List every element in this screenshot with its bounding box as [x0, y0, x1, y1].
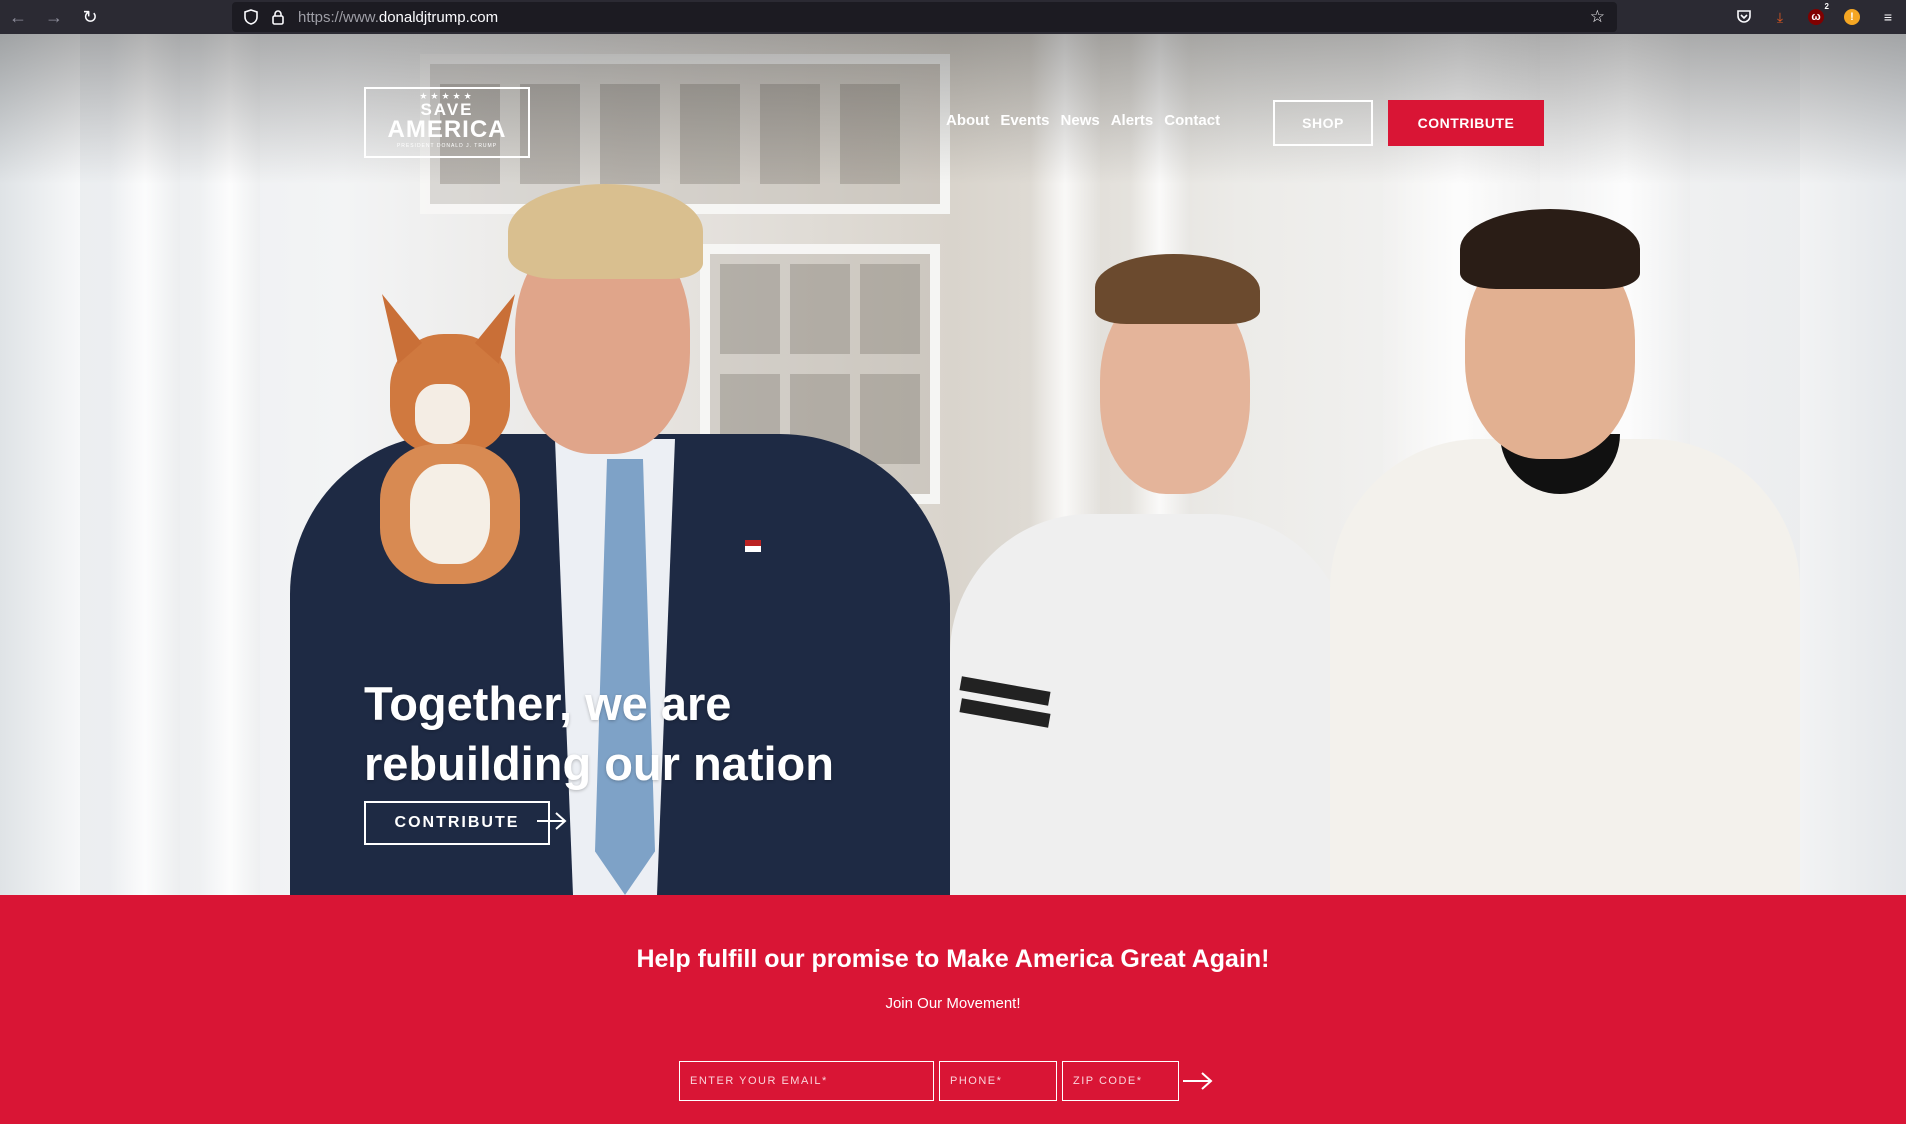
reload-icon[interactable]: ↻ [72, 0, 108, 34]
signup-section: Help fulfill our promise to Make America… [0, 895, 1906, 1124]
browser-toolbar: ← → ↻ https://www.donaldjtrump.com ☆ ⤓ ω… [0, 0, 1906, 34]
hero-photo-dog [380, 294, 530, 614]
logo-line-america: AMERICA [387, 116, 507, 143]
shop-button[interactable]: SHOP [1273, 100, 1373, 146]
hero-photo-figure-tshirt [950, 224, 1350, 895]
hero-title-line-2: rebuilding our nation [364, 737, 834, 790]
extension-alert-icon[interactable]: ! [1834, 0, 1870, 34]
bookmark-star-icon[interactable]: ☆ [1590, 7, 1605, 27]
ublock-icon[interactable]: ω2 [1798, 0, 1834, 34]
nav-link-about[interactable]: About [946, 112, 989, 129]
logo-line-president: PRESIDENT DONALD J. TRUMP [396, 143, 498, 149]
lock-icon[interactable] [272, 9, 284, 25]
contribute-button-hero[interactable]: CONTRIBUTE [364, 801, 550, 845]
hero-title: Together, we are rebuilding our nation [364, 674, 964, 794]
forward-icon[interactable]: → [36, 0, 72, 34]
extension-badge: 2 [1824, 2, 1829, 11]
save-america-logo[interactable]: ★★★★★ SAVE AMERICA PRESIDENT DONALD J. T… [364, 87, 530, 158]
url-bar[interactable]: https://www.donaldjtrump.com ☆ [232, 2, 1617, 32]
nav-link-alerts[interactable]: Alerts [1111, 112, 1154, 129]
signup-subtitle: Join Our Movement! [885, 995, 1021, 1012]
hero-section: ★★★★★ SAVE AMERICA PRESIDENT DONALD J. T… [0, 34, 1906, 895]
hero-title-line-1: Together, we are [364, 677, 732, 730]
nav-link-events[interactable]: Events [1000, 112, 1049, 129]
arrow-right-icon[interactable] [536, 811, 568, 836]
main-nav: About Events News Alerts Contact [946, 112, 1220, 129]
nav-link-contact[interactable]: Contact [1164, 112, 1220, 129]
flag-pin-icon [745, 540, 761, 552]
pocket-icon[interactable] [1726, 0, 1762, 34]
submit-arrow-icon[interactable] [1182, 1071, 1214, 1096]
signup-title: Help fulfill our promise to Make America… [636, 945, 1270, 973]
url-text: https://www.donaldjtrump.com [298, 8, 499, 26]
email-input[interactable] [679, 1061, 934, 1101]
contribute-button-header[interactable]: CONTRIBUTE [1388, 100, 1544, 146]
download-icon[interactable]: ⤓ [1762, 0, 1798, 34]
menu-icon[interactable]: ≡ [1870, 0, 1906, 34]
phone-input[interactable] [939, 1061, 1057, 1101]
zip-code-input[interactable] [1062, 1061, 1179, 1101]
back-icon[interactable]: ← [0, 0, 36, 34]
shield-icon[interactable] [244, 9, 258, 25]
hero-photo-figure-tuxedo [1330, 209, 1800, 895]
nav-link-news[interactable]: News [1061, 112, 1100, 129]
